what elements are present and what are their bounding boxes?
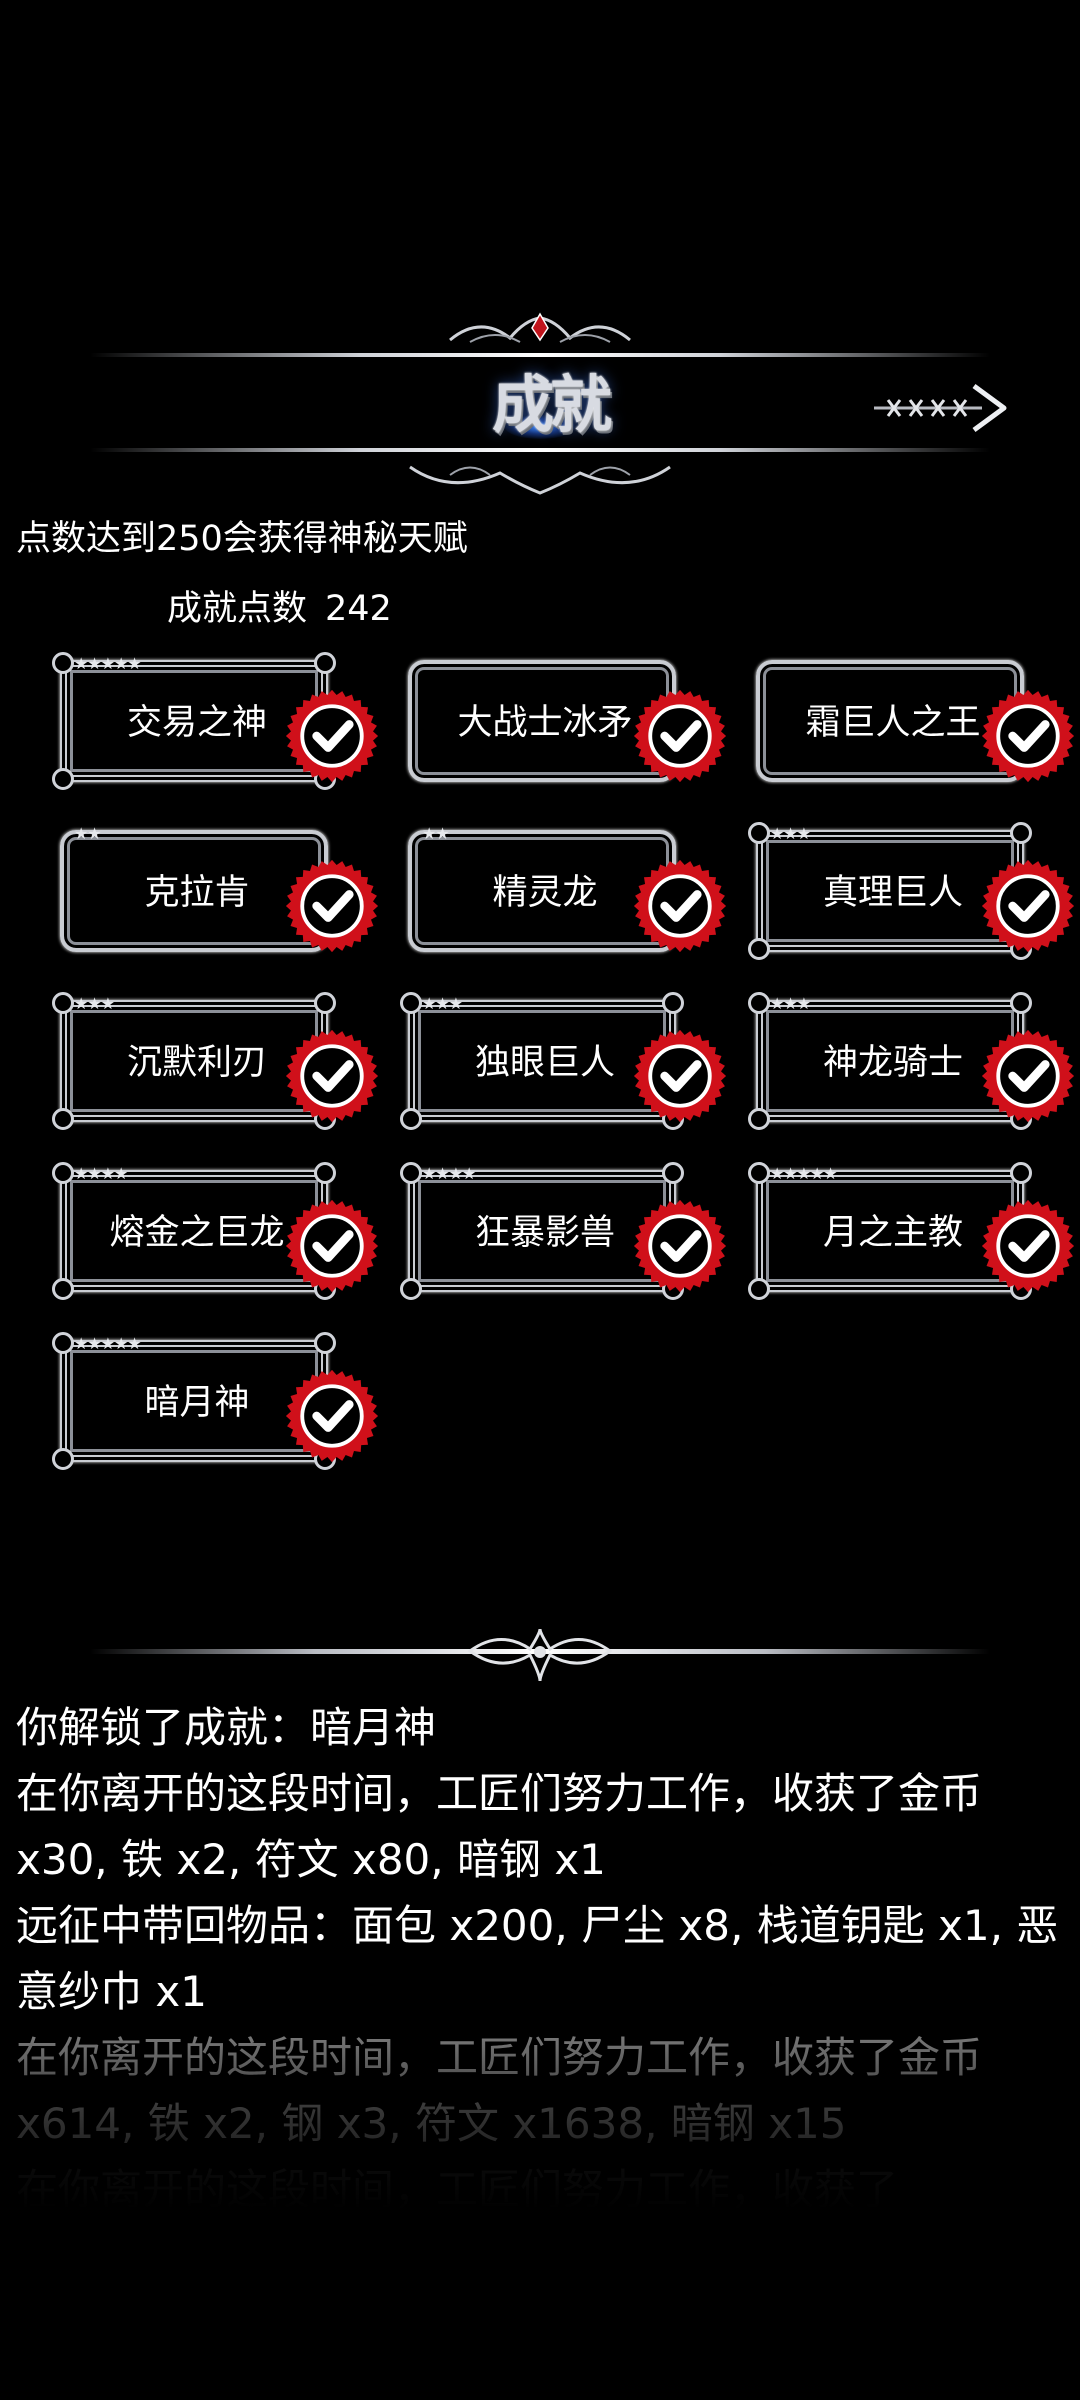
achievement-stars: ★★★★	[422, 1164, 476, 1183]
frame-corner-ornament	[52, 1108, 74, 1130]
log-entry: 在你离开的这段时间，工匠们努力工作，收获了金币 x30, 铁 x2, 符文 x8…	[16, 1769, 996, 1884]
checkmark-seal-icon	[285, 689, 379, 783]
achievement-card[interactable]: ★★★★ 熔金之巨龙	[52, 1160, 379, 1300]
banner-bottom-line	[90, 448, 990, 452]
banner-top-line	[90, 353, 990, 357]
checkmark-seal-icon	[285, 1199, 379, 1293]
points-value: 242	[325, 589, 392, 629]
checkmark-seal-icon	[633, 1029, 727, 1123]
talent-hint: 点数达到250会获得神秘天赋	[16, 519, 468, 559]
checkmark-seal-icon	[981, 1199, 1075, 1293]
log-fade-overlay	[0, 2010, 1080, 2210]
frame-corner-ornament	[52, 652, 74, 674]
frame-corner-ornament	[314, 652, 336, 674]
frame-corner-ornament	[52, 992, 74, 1014]
achievement-stars: ★★★★	[74, 1164, 128, 1183]
log-entry: 你解锁了成就：暗月神	[16, 1703, 437, 1752]
achievement-card[interactable]: 霜巨人之王	[748, 650, 1075, 790]
ornament-bottom-icon	[409, 465, 671, 495]
frame-corner-ornament	[52, 1278, 74, 1300]
achievement-card[interactable]: ★★★ 神龙骑士	[748, 990, 1075, 1130]
achievement-stars: ★★★★★	[770, 1164, 838, 1183]
achievement-card[interactable]: ★★★★★ 月之主教	[748, 1160, 1075, 1300]
achievement-stars: ★★★★★	[74, 1334, 142, 1353]
checkmark-seal-icon	[633, 1199, 727, 1293]
achievement-stars: ★★★	[74, 994, 115, 1013]
achievement-card[interactable]: ★★★ 真理巨人	[748, 820, 1075, 960]
achievement-card[interactable]: ★★★ 沉默利刃	[52, 990, 379, 1130]
frame-corner-ornament	[52, 768, 74, 790]
frame-corner-ornament	[748, 1278, 770, 1300]
header-banner: 成就	[90, 310, 1007, 500]
achievement-card[interactable]: ★★★★ 狂暴影兽	[400, 1160, 727, 1300]
frame-corner-ornament	[748, 1162, 770, 1184]
achievement-card[interactable]: ★★ 精灵龙	[400, 820, 727, 960]
divider-ornament-icon	[467, 1628, 613, 1682]
frame-corner-ornament	[662, 992, 684, 1014]
frame-corner-ornament	[400, 1162, 422, 1184]
achievement-stars: ★★★	[422, 994, 463, 1013]
frame-corner-ornament	[400, 992, 422, 1014]
frame-corner-ornament	[748, 1108, 770, 1130]
close-icon[interactable]	[870, 378, 1010, 438]
achievement-card[interactable]: 大战士冰矛	[400, 650, 727, 790]
checkmark-seal-icon	[285, 1029, 379, 1123]
log-divider	[90, 1625, 990, 1685]
achievement-stars: ★★★	[770, 994, 811, 1013]
page-title: 成就	[491, 368, 612, 441]
frame-corner-ornament	[314, 992, 336, 1014]
achievement-points: 成就点数 242	[167, 580, 410, 631]
points-label: 成就点数	[167, 589, 308, 629]
achievement-card[interactable]: ★★★ 独眼巨人	[400, 990, 727, 1130]
checkmark-seal-icon	[285, 859, 379, 953]
checkmark-seal-icon	[633, 689, 727, 783]
achievement-card[interactable]: ★★★★★ 交易之神	[52, 650, 379, 790]
frame-corner-ornament	[662, 1162, 684, 1184]
frame-corner-ornament	[314, 1162, 336, 1184]
frame-corner-ornament	[52, 1332, 74, 1354]
achievement-stars: ★★	[422, 824, 450, 843]
checkmark-seal-icon	[633, 859, 727, 953]
achievement-card[interactable]: ★★★★★ 暗月神	[52, 1330, 379, 1470]
log-entry: 远征中带回物品：面包 x200, 尸尘 x8, 栈道钥匙 x1, 恶意纱巾 x1	[16, 1901, 1059, 2016]
frame-corner-ornament	[1010, 1162, 1032, 1184]
checkmark-seal-icon	[285, 1369, 379, 1463]
frame-corner-ornament	[52, 1448, 74, 1470]
frame-corner-ornament	[1010, 992, 1032, 1014]
frame-corner-ornament	[400, 1278, 422, 1300]
frame-corner-ornament	[748, 992, 770, 1014]
ornament-top-icon	[449, 312, 631, 343]
checkmark-seal-icon	[981, 689, 1075, 783]
frame-corner-ornament	[52, 1162, 74, 1184]
frame-corner-ornament	[748, 938, 770, 960]
achievement-stars: ★★★	[770, 824, 811, 843]
frame-corner-ornament	[314, 1332, 336, 1354]
frame-corner-ornament	[748, 822, 770, 844]
frame-corner-ornament	[400, 1108, 422, 1130]
checkmark-seal-icon	[981, 859, 1075, 953]
frame-corner-ornament	[1010, 822, 1032, 844]
checkmark-seal-icon	[981, 1029, 1075, 1123]
achievement-stars: ★★★★★	[74, 654, 142, 673]
achievement-card[interactable]: ★★ 克拉肯	[52, 820, 379, 960]
achievement-stars: ★★	[74, 824, 102, 843]
